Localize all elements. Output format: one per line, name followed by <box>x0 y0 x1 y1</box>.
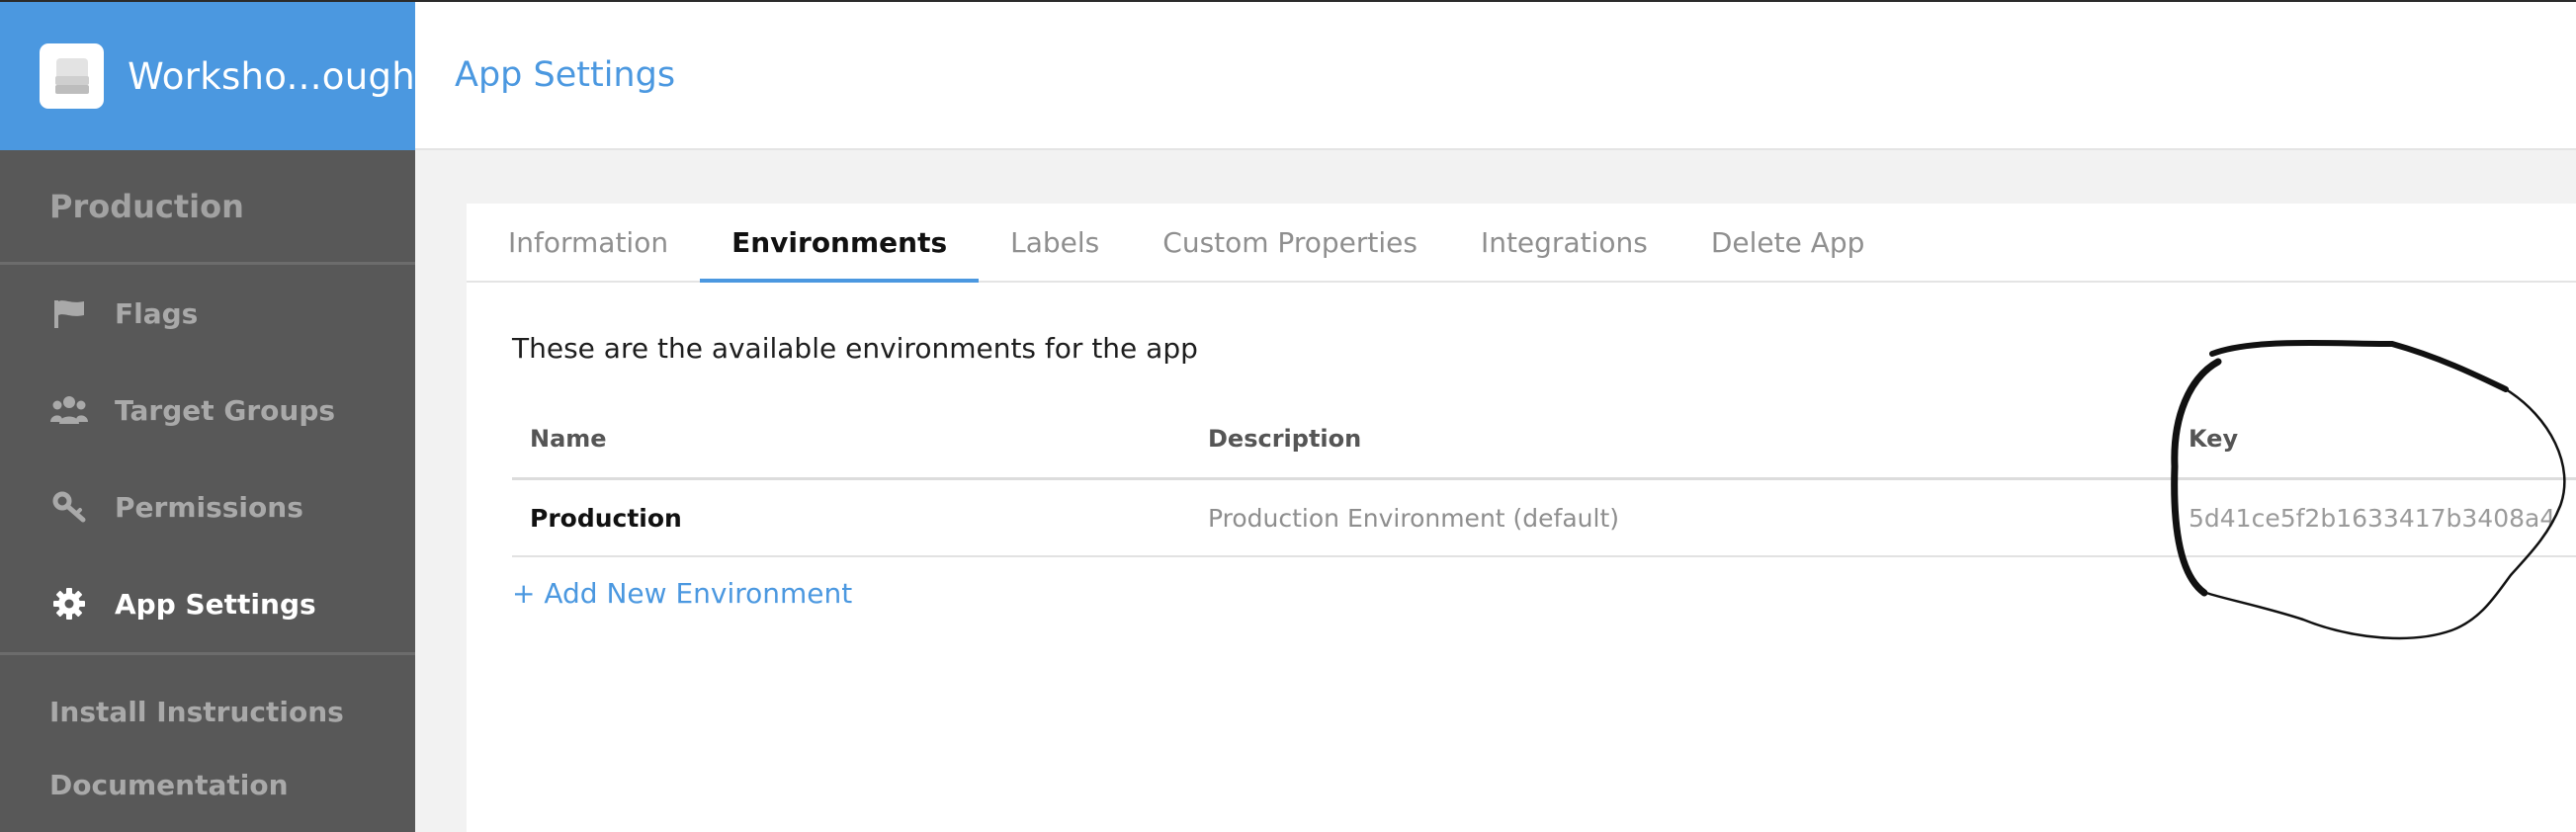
sidebar-item-permissions[interactable]: Permissions <box>0 458 415 555</box>
sidebar-item-label: App Settings <box>115 587 316 621</box>
settings-tabs: Information Environments Labels Custom P… <box>467 204 2576 283</box>
tab-labels[interactable]: Labels <box>979 204 1131 281</box>
users-icon <box>49 394 89 426</box>
app-logo <box>40 43 105 109</box>
sidebar-item-target-groups[interactable]: Target Groups <box>0 362 415 458</box>
app-brand[interactable]: Worksho...ough <box>0 2 415 150</box>
column-header-name: Name <box>530 424 607 453</box>
tab-environments[interactable]: Environments <box>700 204 980 283</box>
environment-selector[interactable]: Production <box>0 150 415 265</box>
environment-name: Production <box>530 503 682 533</box>
page-header: App Settings <box>415 2 2576 150</box>
gear-icon <box>49 587 89 621</box>
sidebar-item-label: Permissions <box>115 490 303 524</box>
environment-description: Production Environment (default) <box>1208 503 1620 533</box>
column-header-description: Description <box>1208 424 1362 453</box>
box-icon <box>54 58 89 94</box>
tab-delete-app[interactable]: Delete App <box>1679 204 1897 281</box>
table-row[interactable]: Production Production Environment (defau… <box>512 480 2576 557</box>
documentation-link[interactable]: Documentation <box>0 748 415 821</box>
sidebar-item-label: Target Groups <box>115 393 336 427</box>
tab-custom-properties[interactable]: Custom Properties <box>1131 204 1449 281</box>
sidebar-item-flags[interactable]: Flags <box>0 265 415 362</box>
tab-integrations[interactable]: Integrations <box>1449 204 1679 281</box>
add-environment-link[interactable]: + Add New Environment <box>512 577 852 610</box>
environments-table: Name Description Key Production Producti… <box>512 399 2576 557</box>
sidebar-divider <box>0 652 415 655</box>
page-title: App Settings <box>455 55 676 95</box>
sidebar-item-app-settings[interactable]: App Settings <box>0 555 415 652</box>
environments-intro: These are the available environments for… <box>512 332 1198 365</box>
install-instructions-link[interactable]: Install Instructions <box>0 675 415 748</box>
sidebar-item-label: Flags <box>115 296 199 330</box>
flag-icon <box>49 298 89 328</box>
table-header: Name Description Key <box>512 399 2576 480</box>
app-name: Worksho...ough <box>128 54 415 98</box>
column-header-key: Key <box>2189 424 2239 453</box>
tab-information[interactable]: Information <box>476 204 700 281</box>
key-icon <box>49 491 89 523</box>
settings-card: Information Environments Labels Custom P… <box>467 204 2576 832</box>
sidebar: Production Flags Target Groups Permissio… <box>0 150 415 832</box>
environment-key: 5d41ce5f2b1633417b3408a4 <box>2189 503 2556 533</box>
